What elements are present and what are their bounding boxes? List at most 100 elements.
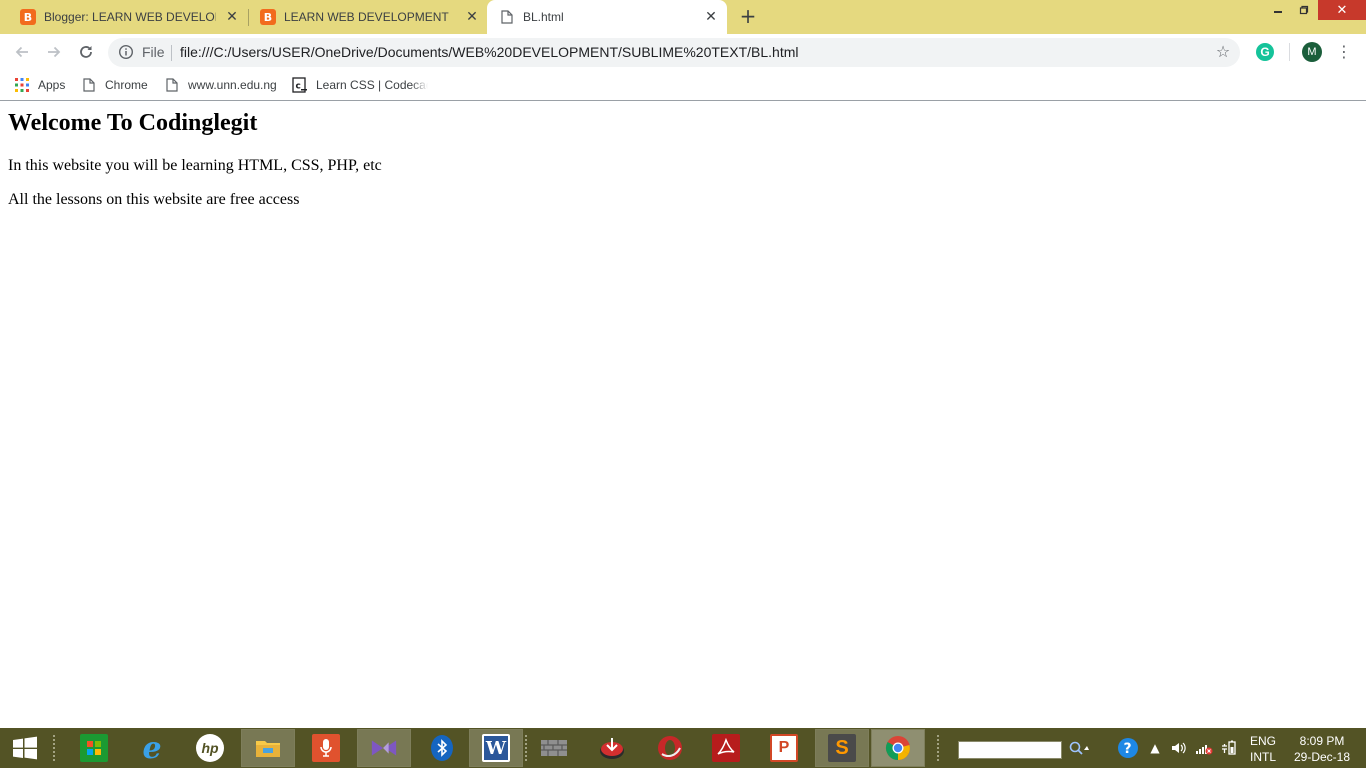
taskbar-voice-recorder[interactable]	[300, 730, 352, 766]
reload-icon	[80, 46, 92, 58]
page-heading: Welcome To Codinglegit	[8, 110, 258, 136]
minimize-button[interactable]	[1264, 0, 1292, 20]
taskbar-store[interactable]	[68, 730, 120, 766]
page-viewport: Welcome To Codinglegit In this website y…	[0, 102, 1366, 728]
window-close-button[interactable]: ✕	[1318, 0, 1366, 20]
language-variant: INTL	[1249, 750, 1276, 764]
help-icon[interactable]: ?	[1116, 738, 1140, 758]
scheme-label: File	[142, 44, 165, 60]
blogger-icon: B	[260, 9, 276, 25]
toolbar-separator	[1289, 43, 1290, 61]
battery-icon[interactable]	[1218, 739, 1238, 757]
voice-recorder-icon	[312, 734, 340, 762]
taskbar-powerpoint[interactable]: P	[758, 730, 810, 766]
url-text[interactable]: file:///C:/Users/USER/OneDrive/Documents…	[180, 44, 799, 60]
tab-strip: B Blogger: LEARN WEB DEVELOPM ✕ B LEARN …	[0, 0, 1366, 34]
page-paragraph: In this website you will be learning HTM…	[8, 157, 382, 174]
acrobat-icon	[712, 734, 740, 762]
new-tab-button[interactable]: +	[736, 5, 760, 29]
kebab-menu-icon[interactable]: ⋮	[1334, 40, 1354, 64]
chevron-up-icon[interactable]: ▲	[1148, 739, 1162, 757]
taskbar-word[interactable]: W	[469, 729, 523, 767]
taskbar-acrobat[interactable]	[700, 730, 752, 766]
address-bar[interactable]: File file:///C:/Users/USER/OneDrive/Docu…	[108, 38, 1240, 67]
bookmark-apps[interactable]: Apps	[14, 76, 65, 94]
taskbar-file-explorer[interactable]	[241, 729, 295, 767]
close-icon[interactable]: ✕	[464, 9, 480, 25]
clock-date: 29-Dec-18	[1293, 750, 1351, 764]
profile-avatar[interactable]: M	[1302, 42, 1322, 62]
tab-title: Blogger: LEARN WEB DEVELOPM	[44, 10, 216, 24]
tab-title: LEARN WEB DEVELOPMENT	[284, 10, 449, 24]
info-icon[interactable]	[118, 44, 134, 60]
codecademy-icon: c	[292, 77, 308, 93]
bluetooth-icon	[431, 735, 453, 761]
word-icon: W	[482, 734, 510, 762]
bookmarks-bar: Apps Chrome www.unn.edu.ng c Learn CSS |…	[0, 70, 1366, 101]
star-icon[interactable]: ☆	[1214, 43, 1232, 61]
arrow-right-icon	[48, 46, 61, 58]
language-code: ENG	[1249, 734, 1276, 748]
close-icon[interactable]: ✕	[224, 9, 240, 25]
bookmark-label: Learn CSS | Codecademy	[316, 78, 428, 92]
close-icon[interactable]: ✕	[703, 9, 719, 25]
apps-grid-icon	[14, 77, 30, 93]
blogger-icon: B	[20, 9, 36, 25]
taskbar-grip	[936, 734, 940, 762]
taskbar-hp[interactable]: hp	[184, 730, 236, 766]
chrome-icon	[884, 734, 912, 762]
windows-store-icon	[80, 734, 108, 762]
bookmark-codecademy[interactable]: c Learn CSS | Codecademy	[292, 76, 428, 94]
windows-taskbar: e hp W P S ? ▲ ENG INTL 8:09 PM 29-Dec-1…	[0, 728, 1366, 768]
firewall-icon	[540, 734, 568, 762]
page-icon	[499, 9, 515, 25]
bookmark-unn[interactable]: www.unn.edu.ng	[164, 76, 277, 94]
arrow-left-icon	[15, 46, 28, 58]
grammarly-extension-icon[interactable]: G	[1256, 43, 1274, 61]
bookmark-label: www.unn.edu.ng	[188, 78, 277, 92]
taskbar-chrome[interactable]	[871, 729, 925, 767]
file-explorer-icon	[254, 734, 282, 762]
input-language-indicator[interactable]: ENG INTL	[1246, 733, 1280, 765]
taskbar-media-downloader[interactable]	[586, 730, 638, 766]
tab-bl-html[interactable]: BL.html ✕	[487, 0, 727, 34]
taskbar-opera[interactable]	[644, 730, 696, 766]
powerpoint-icon: P	[770, 734, 798, 762]
hp-icon: hp	[196, 734, 224, 762]
visual-studio-icon	[370, 734, 398, 762]
tab-title: BL.html	[523, 10, 564, 24]
taskbar-sublime-text[interactable]: S	[815, 729, 869, 767]
volume-icon[interactable]	[1170, 739, 1188, 757]
browser-toolbar: File file:///C:/Users/USER/OneDrive/Docu…	[0, 34, 1366, 70]
network-icon[interactable]	[1194, 739, 1214, 757]
reload-button[interactable]	[72, 38, 100, 66]
taskbar-bluetooth[interactable]	[416, 730, 468, 766]
page-icon	[81, 77, 97, 93]
media-downloader-icon	[598, 734, 626, 762]
sublime-text-icon: S	[828, 734, 856, 762]
clock-time: 8:09 PM	[1299, 734, 1345, 748]
tab-learn-web-development[interactable]: B LEARN WEB DEVELOPMENT ✕	[240, 0, 488, 34]
bookmark-label: Apps	[38, 78, 66, 92]
forward-button[interactable]	[40, 38, 68, 66]
svg-text:c: c	[296, 82, 301, 92]
internet-explorer-icon: e	[142, 730, 162, 766]
bookmark-chrome[interactable]: Chrome	[81, 76, 148, 94]
taskbar-search-box[interactable]	[958, 741, 1062, 759]
taskbar-firewall[interactable]	[528, 730, 580, 766]
search-icon[interactable]	[1066, 739, 1092, 757]
bookmark-label: Chrome	[105, 78, 148, 92]
page-icon	[164, 77, 180, 93]
taskbar-grip	[52, 734, 56, 762]
back-button[interactable]	[8, 38, 36, 66]
tab-blogger[interactable]: B Blogger: LEARN WEB DEVELOPM ✕	[0, 0, 248, 34]
taskbar-visual-studio[interactable]	[357, 729, 411, 767]
taskbar-clock[interactable]: 8:09 PM 29-Dec-18	[1284, 733, 1360, 765]
taskbar-internet-explorer[interactable]: e	[126, 730, 178, 766]
start-button[interactable]	[0, 730, 50, 766]
page-paragraph: All the lessons on this website are free…	[8, 191, 300, 208]
svg-text:?: ?	[1124, 741, 1132, 757]
opera-icon	[656, 734, 684, 762]
omnibox-separator	[171, 45, 172, 61]
restore-button[interactable]	[1290, 0, 1318, 20]
